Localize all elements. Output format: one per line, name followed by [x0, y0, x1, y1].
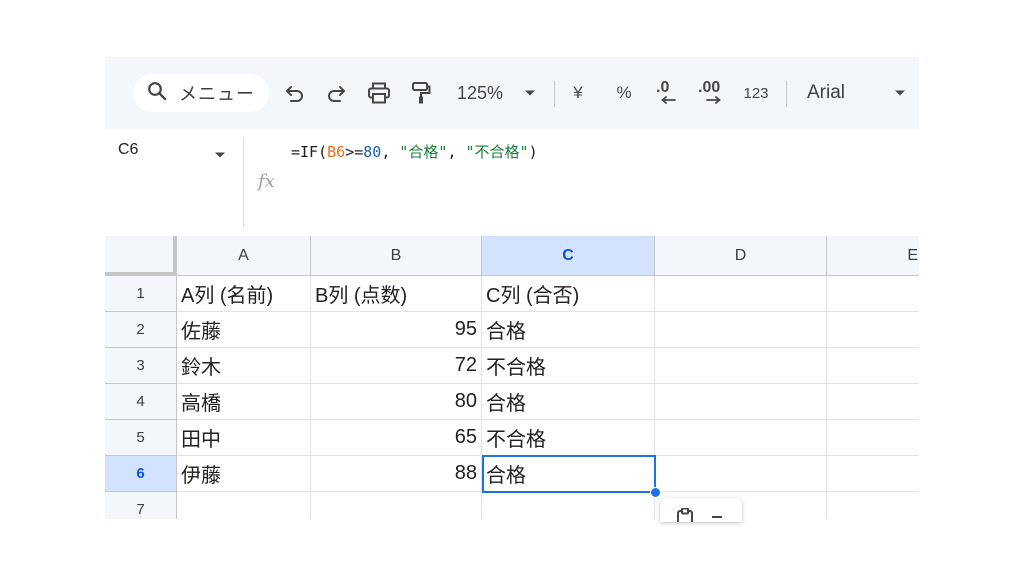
column-header-e[interactable]: E	[827, 236, 919, 276]
cell-e6[interactable]	[827, 456, 919, 492]
formula-text: ,	[381, 143, 400, 161]
formula-text: ,	[447, 143, 466, 161]
cell-d4[interactable]	[655, 384, 827, 420]
toolbar: メニュー 125% ¥ % .0 .00 123 Arial	[105, 57, 919, 129]
row-header-4[interactable]: 4	[105, 384, 177, 420]
cell-c7[interactable]	[482, 492, 655, 519]
cell-a2[interactable]: 佐藤	[177, 312, 311, 348]
cell-d2[interactable]	[655, 312, 827, 348]
cell-b3[interactable]: 72	[311, 348, 482, 384]
cell-a3[interactable]: 鈴木	[177, 348, 311, 384]
chevron-down-icon[interactable]	[523, 79, 537, 107]
cell-e1[interactable]	[827, 276, 919, 312]
formula-number: 80	[363, 143, 382, 161]
font-select[interactable]: Arial	[805, 79, 847, 107]
print-icon[interactable]	[366, 79, 392, 107]
name-box[interactable]: C6	[118, 141, 138, 159]
cell-c3[interactable]: 不合格	[482, 348, 655, 384]
clipboard-icon	[676, 507, 694, 522]
cell-b7[interactable]	[311, 492, 482, 519]
formula-text: =IF(	[291, 143, 328, 161]
paint-format-icon[interactable]	[409, 79, 433, 107]
cell-c5[interactable]: 不合格	[482, 420, 655, 456]
cell-c1[interactable]: C列 (合否)	[482, 276, 655, 312]
chevron-down-icon[interactable]	[214, 146, 226, 164]
undo-icon[interactable]	[283, 79, 307, 107]
menu-search-label: メニュー	[179, 84, 255, 104]
select-all-corner[interactable]	[105, 236, 177, 276]
arrow-left-icon	[661, 96, 676, 104]
cell-e5[interactable]	[827, 420, 919, 456]
increase-decimal-label: .00	[698, 79, 721, 96]
toolbar-divider	[786, 81, 787, 107]
formula-text: )	[528, 143, 538, 161]
cell-a4[interactable]: 高橋	[177, 384, 311, 420]
menu-search[interactable]: メニュー	[133, 74, 269, 112]
arrow-right-icon	[706, 96, 721, 104]
percent-format-button[interactable]: %	[613, 79, 635, 107]
cell-d5[interactable]	[655, 420, 827, 456]
cell-a6[interactable]: 伊藤	[177, 456, 311, 492]
number-format-button[interactable]: 123	[741, 79, 771, 107]
row-header-6[interactable]: 6	[105, 456, 177, 492]
cell-c4[interactable]: 合格	[482, 384, 655, 420]
cell-e4[interactable]	[827, 384, 919, 420]
cell-b5[interactable]: 65	[311, 420, 482, 456]
row-header-3[interactable]: 3	[105, 348, 177, 384]
paste-options-chip[interactable]	[660, 498, 742, 522]
cell-d6[interactable]	[655, 456, 827, 492]
search-icon	[147, 81, 167, 106]
decrease-decimal-button[interactable]: .0	[652, 79, 680, 107]
cell-c2[interactable]: 合格	[482, 312, 655, 348]
chevron-down-icon[interactable]	[893, 79, 907, 107]
row-header-1[interactable]: 1	[105, 276, 177, 312]
column-header-d[interactable]: D	[655, 236, 827, 276]
cell-b4[interactable]: 80	[311, 384, 482, 420]
row-header-2[interactable]: 2	[105, 312, 177, 348]
cell-b6[interactable]: 88	[311, 456, 482, 492]
formula-bar-divider	[243, 137, 244, 227]
cell-b2[interactable]: 95	[311, 312, 482, 348]
cell-a1[interactable]: A列 (名前)	[177, 276, 311, 312]
fill-handle[interactable]	[650, 487, 661, 498]
column-header-a[interactable]: A	[177, 236, 311, 276]
currency-format-button[interactable]: ¥	[571, 79, 585, 107]
formula-input[interactable]: =IF(B6>=80, "合格", "不合格")	[291, 141, 538, 162]
toolbar-divider	[554, 81, 555, 107]
cell-c6[interactable]: 合格	[482, 456, 655, 492]
cell-a5[interactable]: 田中	[177, 420, 311, 456]
cell-e7[interactable]	[827, 492, 919, 519]
cell-d1[interactable]	[655, 276, 827, 312]
row-header-5[interactable]: 5	[105, 420, 177, 456]
redo-icon[interactable]	[324, 79, 348, 107]
formula-text: >=	[345, 143, 364, 161]
formula-cell-reference: B6	[327, 143, 346, 161]
formula-string: "不合格"	[465, 143, 529, 161]
cell-a7[interactable]	[177, 492, 311, 519]
zoom-select[interactable]: 125%	[453, 79, 507, 107]
column-header-c[interactable]: C	[482, 236, 655, 276]
cell-e2[interactable]	[827, 312, 919, 348]
cell-b1[interactable]: B列 (点数)	[311, 276, 482, 312]
chevron-down-icon	[712, 516, 722, 518]
spreadsheet-grid: A B C D E 1 A列 (名前) B列 (点数) C列 (合否) 2 佐藤…	[105, 236, 919, 519]
cell-d3[interactable]	[655, 348, 827, 384]
decrease-decimal-label: .0	[656, 79, 670, 96]
increase-decimal-button[interactable]: .00	[696, 79, 726, 107]
cell-e3[interactable]	[827, 348, 919, 384]
fx-icon: fx	[258, 171, 275, 192]
row-header-7[interactable]: 7	[105, 492, 177, 519]
formula-string: "合格"	[399, 143, 448, 161]
column-header-b[interactable]: B	[311, 236, 482, 276]
